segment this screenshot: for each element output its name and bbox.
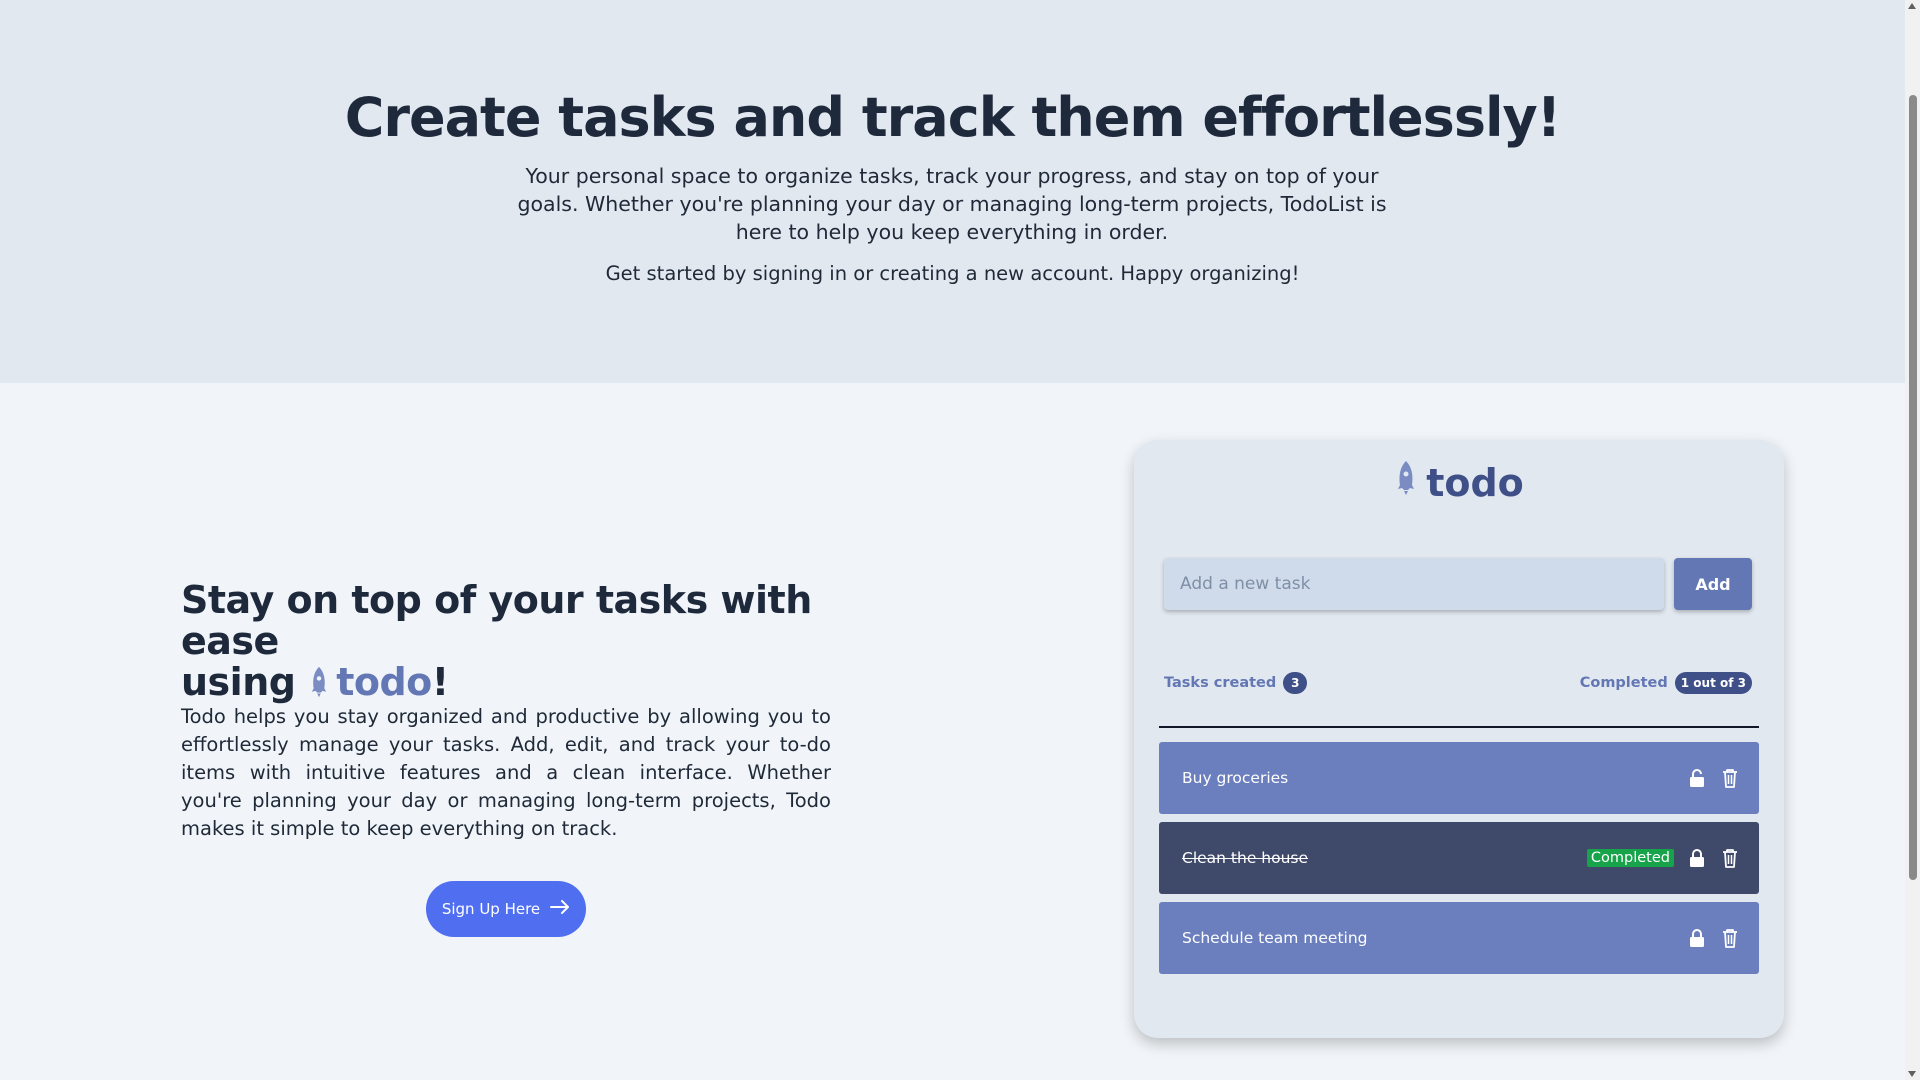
hero-lead: Your personal space to organize tasks, t… <box>517 164 1387 244</box>
completed-badge: 1 out of 3 <box>1674 672 1752 694</box>
tasks-created-stat: Tasks created 3 <box>1164 672 1308 694</box>
vertical-scrollbar[interactable] <box>1905 0 1920 1080</box>
trash-icon[interactable] <box>1721 768 1739 788</box>
task-title: Buy groceries <box>1182 769 1289 787</box>
task-title: Schedule team meeting <box>1182 929 1368 947</box>
card-brand-text: todo <box>1426 460 1524 505</box>
scroll-up-arrow-icon[interactable] <box>1908 3 1916 9</box>
hero-section: Create tasks and track them effortlessly… <box>0 0 1905 383</box>
promo-description: Todo helps you stay organized and produc… <box>181 705 831 840</box>
promo-exclaim: ! <box>431 660 449 704</box>
signup-label: Sign Up Here <box>441 900 541 918</box>
trash-icon[interactable] <box>1721 928 1739 948</box>
completed-label: Completed <box>1579 675 1668 691</box>
promo-brand-text: todo <box>336 660 432 704</box>
scrollbar-thumb[interactable] <box>1909 95 1917 880</box>
hero-title: Create tasks and track them effortlessly… <box>344 86 1562 149</box>
tasks-created-badge: 3 <box>1283 672 1308 694</box>
trash-icon[interactable] <box>1721 848 1739 868</box>
rocket-icon <box>1394 460 1418 505</box>
tasks-created-label: Tasks created <box>1164 675 1277 691</box>
task-item[interactable]: Clean the house Completed <box>1159 822 1759 894</box>
promo-title: Stay on top of your tasks with ease usin… <box>181 580 881 703</box>
completed-stat: Completed 1 out of 3 <box>1580 672 1752 694</box>
promo-brand: todo <box>308 662 432 703</box>
promo-title-line: Stay on top of your tasks with ease <box>181 578 812 663</box>
task-item[interactable]: Buy groceries <box>1159 742 1759 814</box>
arrow-right-icon <box>550 900 570 918</box>
todo-card: todo Add Tasks created 3 Completed 1 out… <box>1134 440 1784 1038</box>
card-brand: todo <box>1134 460 1784 505</box>
task-title: Clean the house <box>1182 849 1309 867</box>
scroll-down-arrow-icon[interactable] <box>1908 1071 1916 1077</box>
add-task-button[interactable]: Add <box>1674 558 1752 610</box>
unlock-icon[interactable] <box>1688 768 1706 788</box>
lock-icon[interactable] <box>1688 848 1706 868</box>
rocket-icon <box>308 662 330 703</box>
lock-icon[interactable] <box>1688 928 1706 948</box>
divider <box>1159 726 1759 728</box>
promo-title-using: using <box>181 660 296 704</box>
signup-button[interactable]: Sign Up Here <box>426 881 586 937</box>
completed-status-badge: Completed <box>1586 849 1674 867</box>
task-item[interactable]: Schedule team meeting <box>1159 902 1759 974</box>
new-task-input[interactable] <box>1164 558 1664 610</box>
hero-subtext: Get started by signing in or creating a … <box>605 262 1300 285</box>
main-section: Stay on top of your tasks with ease usin… <box>0 383 1905 1080</box>
